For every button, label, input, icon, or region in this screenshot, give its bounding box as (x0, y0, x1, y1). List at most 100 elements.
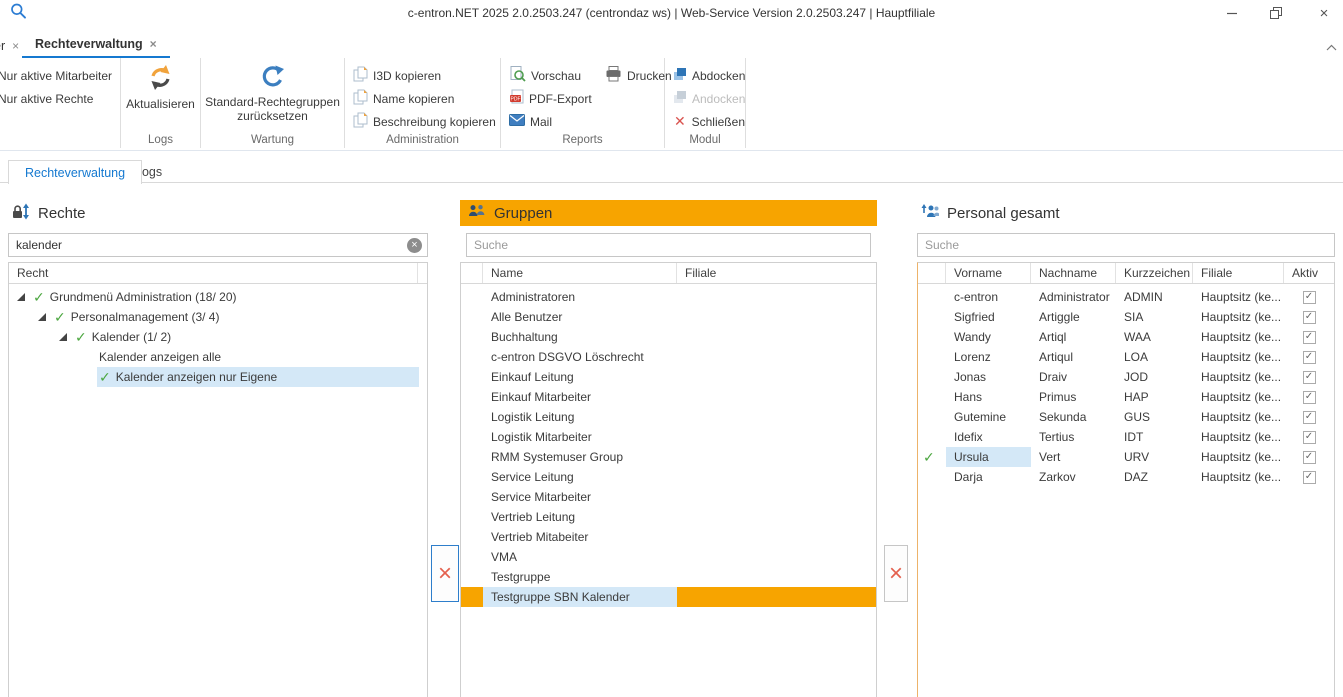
column-header-filiale[interactable]: Filiale (677, 263, 876, 283)
module-tab-partial-label: er (0, 39, 5, 53)
group-row[interactable]: VMA (461, 547, 876, 567)
pdf-export-button[interactable]: PDF PDF-Export (501, 87, 664, 110)
person-row[interactable]: Lorenz Artiqul LOA Hauptsitz (ke... ✓ (918, 347, 1334, 367)
tree-expander-icon[interactable] (36, 313, 49, 322)
group-row[interactable]: Service Mitarbeiter (461, 487, 876, 507)
group-row[interactable]: Logistik Leitung (461, 407, 876, 427)
rights-panel-title: Rechte (38, 205, 86, 222)
module-tab-rechteverwaltung[interactable]: Rechteverwaltung × (22, 32, 170, 59)
person-kurzzeichen-cell: GUS (1116, 407, 1193, 427)
group-row[interactable]: Vertrieb Leitung (461, 507, 876, 527)
reset-rightgroups-button[interactable]: Standard-Rechtegruppen zurücksetzen (201, 62, 344, 123)
printer-icon (605, 66, 622, 85)
person-row[interactable]: Hans Primus HAP Hauptsitz (ke... ✓ (918, 387, 1334, 407)
column-header-vorname[interactable]: Vorname (946, 263, 1031, 283)
group-row[interactable]: Logistik Mitarbeiter (461, 427, 876, 447)
ribbon-group-administration: I3D kopieren Name kopieren Beschreibung … (345, 58, 501, 148)
aktiv-checkbox[interactable]: ✓ (1303, 331, 1316, 344)
undock-button[interactable]: Abdocken (665, 64, 745, 87)
rights-search-input[interactable] (9, 234, 427, 256)
search-icon[interactable] (10, 3, 27, 23)
column-header-nachname[interactable]: Nachname (1031, 263, 1116, 283)
column-header-recht[interactable]: Recht (9, 263, 418, 283)
mail-button[interactable]: Mail (501, 110, 664, 133)
person-row[interactable]: c-entron Administrator ADMIN Hauptsitz (… (918, 287, 1334, 307)
aktiv-checkbox[interactable]: ✓ (1303, 431, 1316, 444)
aktiv-checkbox[interactable]: ✓ (1303, 311, 1316, 324)
aktiv-checkbox[interactable]: ✓ (1303, 451, 1316, 464)
column-header-filiale[interactable]: Filiale (1193, 263, 1284, 283)
copy-i3d-button[interactable]: I3D kopieren (345, 64, 500, 87)
tree-row[interactable]: ✓ Grundmenü Administration (18/ 20) (9, 287, 427, 307)
close-module-button[interactable]: ✕ Schließen (665, 110, 745, 133)
person-row[interactable]: Wandy Artiql WAA Hauptsitz (ke... ✓ (918, 327, 1334, 347)
person-nachname-cell: Primus (1031, 387, 1116, 407)
groups-search-input[interactable] (467, 234, 870, 256)
group-row[interactable]: Einkauf Mitarbeiter (461, 387, 876, 407)
ribbon-collapse-icon[interactable] (1326, 40, 1337, 54)
person-row[interactable]: Jonas Draiv JOD Hauptsitz (ke... ✓ (918, 367, 1334, 387)
person-vorname-cell: Gutemine (946, 407, 1031, 427)
aktiv-checkbox[interactable]: ✓ (1303, 291, 1316, 304)
group-filiale-cell (677, 287, 876, 307)
group-row-indicator-cell (461, 567, 483, 587)
group-row[interactable]: c-entron DSGVO Löschrecht (461, 347, 876, 367)
group-filiale-cell (677, 307, 876, 327)
group-row[interactable]: Alle Benutzer (461, 307, 876, 327)
tree-row[interactable]: Kalender anzeigen alle (9, 347, 427, 367)
filter-nur-aktive-mitarbeiter[interactable]: Nur aktive Mitarbeiter (0, 63, 118, 86)
tree-row[interactable]: ✓ Kalender anzeigen nur Eigene (9, 367, 427, 387)
aktiv-checkbox[interactable]: ✓ (1303, 411, 1316, 424)
ribbon-group-label-modul: Modul (665, 134, 745, 146)
tab-rechteverwaltung[interactable]: Rechteverwaltung (8, 160, 142, 184)
dock-icon (673, 90, 687, 107)
column-header-kurzzeichen[interactable]: Kurzzeichen (1116, 263, 1193, 283)
aktiv-checkbox[interactable]: ✓ (1303, 391, 1316, 404)
tree-expander-icon[interactable] (15, 293, 28, 302)
personnel-search-input[interactable] (918, 234, 1334, 256)
filter-nur-aktive-rechte[interactable]: Nur aktive Rechte (0, 86, 118, 109)
tree-row[interactable]: ✓ Personalmanagement (3/ 4) (9, 307, 427, 327)
print-button[interactable]: Drucken (605, 64, 672, 87)
tree-expander-icon[interactable] (57, 333, 70, 342)
aktiv-checkbox[interactable]: ✓ (1303, 351, 1316, 364)
tree-row[interactable]: ✓ Kalender (1/ 2) (9, 327, 427, 347)
group-row[interactable]: Administratoren (461, 287, 876, 307)
group-name-cell: Buchhaltung (483, 327, 677, 347)
person-kurzzeichen-cell: SIA (1116, 307, 1193, 327)
remove-right-from-group-button[interactable]: × (431, 545, 459, 602)
minimize-button[interactable] (1221, 4, 1243, 22)
aktiv-checkbox[interactable]: ✓ (1303, 471, 1316, 484)
person-row[interactable]: ✓ Ursula Vert URV Hauptsitz (ke... ✓ (918, 447, 1334, 467)
person-row[interactable]: Idefix Tertius IDT Hauptsitz (ke... ✓ (918, 427, 1334, 447)
refresh-button[interactable]: Aktualisieren (121, 62, 200, 111)
aktiv-checkbox[interactable]: ✓ (1303, 371, 1316, 384)
close-window-button[interactable]: × (1313, 4, 1335, 22)
close-icon[interactable]: × (150, 37, 157, 51)
copy-name-button[interactable]: Name kopieren (345, 87, 500, 110)
group-row[interactable]: Einkauf Leitung (461, 367, 876, 387)
group-row[interactable]: Vertrieb Mitabeiter (461, 527, 876, 547)
person-row[interactable]: Gutemine Sekunda GUS Hauptsitz (ke... ✓ (918, 407, 1334, 427)
group-row[interactable]: Service Leitung (461, 467, 876, 487)
person-row[interactable]: Sigfried Artiggle SIA Hauptsitz (ke... ✓ (918, 307, 1334, 327)
restore-button[interactable] (1265, 4, 1287, 22)
person-row[interactable]: Darja Zarkov DAZ Hauptsitz (ke... ✓ (918, 467, 1334, 487)
copy-description-button[interactable]: Beschreibung kopieren (345, 110, 500, 133)
group-row-indicator-cell (461, 527, 483, 547)
clear-search-icon[interactable]: × (407, 238, 422, 253)
column-header-name[interactable]: Name (483, 263, 677, 283)
group-row[interactable]: RMM Systemuser Group (461, 447, 876, 467)
group-filiale-cell (677, 507, 876, 527)
rights-panel-header: Rechte (8, 200, 428, 226)
remove-person-from-group-button[interactable]: × (884, 545, 908, 602)
close-icon[interactable]: × (12, 39, 19, 53)
group-row[interactable]: Testgruppe SBN Kalender (461, 587, 876, 607)
personnel-panel-title: Personal gesamt (947, 205, 1060, 222)
column-header-indicator (461, 263, 483, 283)
group-filiale-cell (677, 587, 876, 607)
column-header-aktiv[interactable]: Aktiv (1284, 263, 1334, 283)
group-row-indicator-cell (461, 427, 483, 447)
group-row[interactable]: Buchhaltung (461, 327, 876, 347)
group-row[interactable]: Testgruppe (461, 567, 876, 587)
